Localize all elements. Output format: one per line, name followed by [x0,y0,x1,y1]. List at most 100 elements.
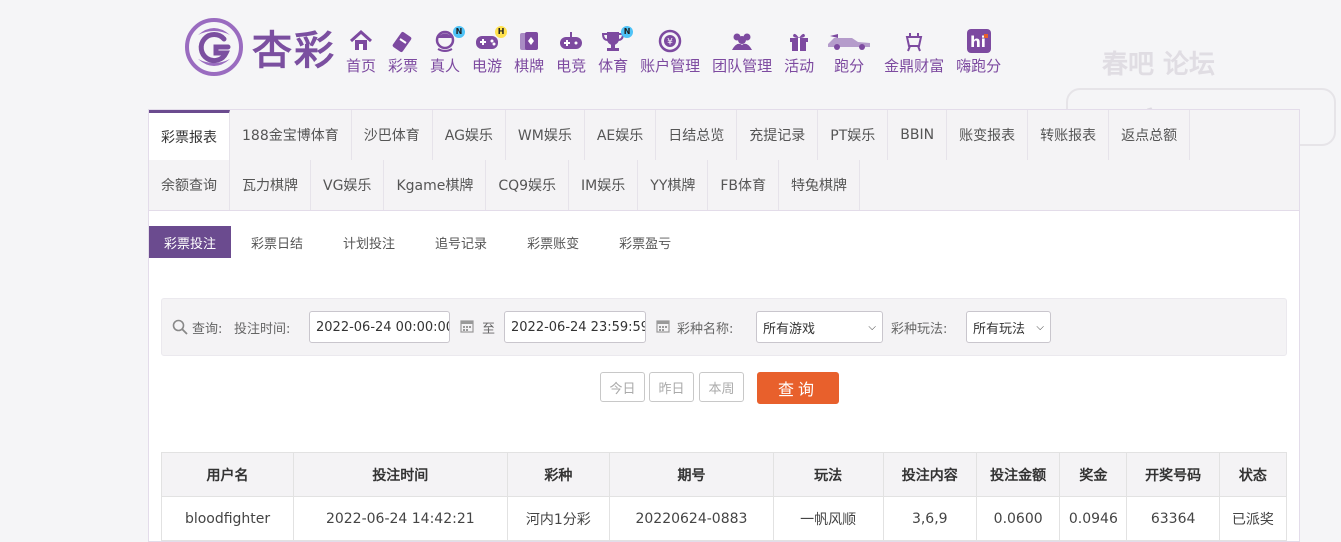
tab-kgame[interactable]: Kgame棋牌 [384,160,487,210]
yesterday-button[interactable]: 昨日 [649,372,694,402]
nav-item-jinding[interactable]: 金鼎财富 [878,24,950,76]
query-label-text: 查询: [192,321,223,337]
tab-balance[interactable]: 余额查询 [149,160,230,210]
col-issue[interactable]: 期号 [609,452,774,497]
tab-row-1: 彩票报表 188金宝博体育 沙巴体育 AG娱乐 WM娱乐 AE娱乐 日结总览 充… [149,110,1191,160]
cell-prize: 0.0946 [1059,496,1128,541]
new-badge: N [453,26,466,38]
to-label: 至 [482,321,496,337]
end-time-input[interactable]: 2022-06-24 23:59:59 [504,311,646,343]
main-nav: 首页 彩票 N 真人 H 电游 棋牌 电竞 N 体育 ¥ 账户管理 团队管理 活… [340,24,1007,76]
col-username[interactable]: 用户名 [160,452,295,497]
nav-item-esports[interactable]: 电竞 [550,24,592,76]
col-bet-time[interactable]: 投注时间 [293,452,508,497]
nav-label: 账户管理 [640,57,701,75]
status-badge: 已派奖 [1218,496,1288,541]
col-status[interactable]: 状态 [1218,452,1288,497]
tab-ae[interactable]: AE娱乐 [584,110,657,160]
tab-bbin[interactable]: BBIN [888,110,948,160]
nav-item-sports[interactable]: N 体育 [592,24,634,76]
nav-label: 彩票 [388,57,419,75]
tab-pt[interactable]: PT娱乐 [818,110,889,160]
game-select[interactable]: 所有游戏 ⌵ [756,311,883,343]
bet-records-table: 用户名 投注时间 彩种 期号 玩法 投注内容 投注金额 奖金 开奖号码 状态 b… [160,452,1288,541]
gamepad-icon: H [473,26,508,54]
report-tabs: 彩票报表 188金宝博体育 沙巴体育 AG娱乐 WM娱乐 AE娱乐 日结总览 充… [149,110,1299,211]
this-week-button[interactable]: 本周 [699,372,744,402]
subtab-bets[interactable]: 彩票投注 [149,226,232,258]
tab-saba[interactable]: 沙巴体育 [351,110,433,160]
play-type-select[interactable]: 所有玩法 ⌵ [966,311,1051,343]
nav-item-live[interactable]: N 真人 [424,24,466,76]
tab-tetu[interactable]: 特兔棋牌 [779,160,861,210]
subtab-profit-loss[interactable]: 彩票盈亏 [599,226,691,258]
cell-play: 一帆风顺 [772,496,884,541]
col-play[interactable]: 玩法 [772,452,884,497]
cell-draw-number: 63364 [1126,496,1220,541]
calendar-icon[interactable] [460,319,474,333]
racing-car-icon [826,28,872,54]
col-draw-number[interactable]: 开奖号码 [1126,452,1220,497]
tab-fb[interactable]: FB体育 [708,160,780,210]
tab-row-2: 余额查询 瓦力棋牌 VG娱乐 Kgame棋牌 CQ9娱乐 IM娱乐 YY棋牌 F… [149,160,861,210]
col-prize[interactable]: 奖金 [1059,452,1128,497]
subtab-daily[interactable]: 彩票日结 [231,226,323,258]
tab-daily-overview[interactable]: 日结总览 [656,110,738,160]
tab-wali[interactable]: 瓦力棋牌 [230,160,311,210]
lottery-ticket-icon [389,28,417,54]
tab-ag[interactable]: AG娱乐 [432,110,506,160]
trophy-icon: N [599,26,634,54]
nav-label: 金鼎财富 [884,57,945,75]
tab-cq9[interactable]: CQ9娱乐 [486,160,570,210]
tab-vg[interactable]: VG娱乐 [311,160,385,210]
nav-item-account[interactable]: ¥ 账户管理 [634,24,706,76]
tab-rebate-total[interactable]: 返点总额 [1109,110,1191,160]
col-lottery[interactable]: 彩种 [506,452,611,497]
calendar-icon[interactable] [656,319,670,333]
subtab-account-change[interactable]: 彩票账变 [507,226,599,258]
tab-transfer[interactable]: 转账报表 [1028,110,1110,160]
nav-item-hipaofen[interactable]: hi 嗨跑分 [950,24,1007,76]
play-type-select-value: 所有玩法 [973,321,1026,337]
tab-deposit-withdraw[interactable]: 充提记录 [737,110,819,160]
nav-item-home[interactable]: 首页 [340,24,382,76]
cell-issue: 20220624-0883 [609,496,774,541]
nav-item-promo[interactable]: 活动 [778,24,820,76]
search-button[interactable]: 查询 [757,372,839,404]
gift-icon [785,28,813,54]
nav-item-paofen[interactable]: 跑分 [820,24,878,76]
tab-im[interactable]: IM娱乐 [569,160,639,210]
home-icon [347,28,375,54]
tab-188[interactable]: 188金宝博体育 [230,110,352,160]
cell-username: bloodfighter [160,496,295,541]
play-type-label: 彩种玩法: [891,321,948,337]
query-label: 查询: [172,299,222,355]
tab-account-change[interactable]: 账变报表 [947,110,1029,160]
lottery-subtabs: 彩票投注 彩票日结 计划投注 追号记录 彩票账变 彩票盈亏 [149,226,691,258]
cell-bet-time: 2022-06-24 14:42:21 [293,496,508,541]
tab-yy[interactable]: YY棋牌 [638,160,709,210]
nav-item-team[interactable]: 团队管理 [706,24,778,76]
bet-time-label: 投注时间: [234,321,291,337]
subtab-plan-bets[interactable]: 计划投注 [323,226,415,258]
start-time-input[interactable]: 2022-06-24 00:00:00 [309,311,450,343]
search-icon [172,319,188,335]
nav-item-egame[interactable]: H 电游 [466,24,508,76]
esports-gamepad-icon [557,28,585,54]
subtab-chase[interactable]: 追号记录 [415,226,507,258]
table-row[interactable]: bloodfighter 2022-06-24 14:42:21 河内1分彩 2… [160,496,1288,541]
tripod-icon [900,28,928,54]
nav-item-chess[interactable]: 棋牌 [508,24,550,76]
col-bet-amount[interactable]: 投注金额 [975,452,1061,497]
report-panel: 彩票报表 188金宝博体育 沙巴体育 AG娱乐 WM娱乐 AE娱乐 日结总览 充… [148,109,1300,542]
col-bet-content[interactable]: 投注内容 [882,452,978,497]
lotus-g-icon [184,17,244,77]
svg-text:hi: hi [970,33,986,51]
today-button[interactable]: 今日 [600,372,645,402]
tab-lottery-report[interactable]: 彩票报表 [149,110,230,160]
cell-lottery: 河内1分彩 [506,496,611,541]
nav-item-lottery[interactable]: 彩票 [382,24,424,76]
tab-wm[interactable]: WM娱乐 [505,110,585,160]
site-logo[interactable]: 杏彩 [184,16,336,78]
nav-label: 跑分 [834,57,865,75]
